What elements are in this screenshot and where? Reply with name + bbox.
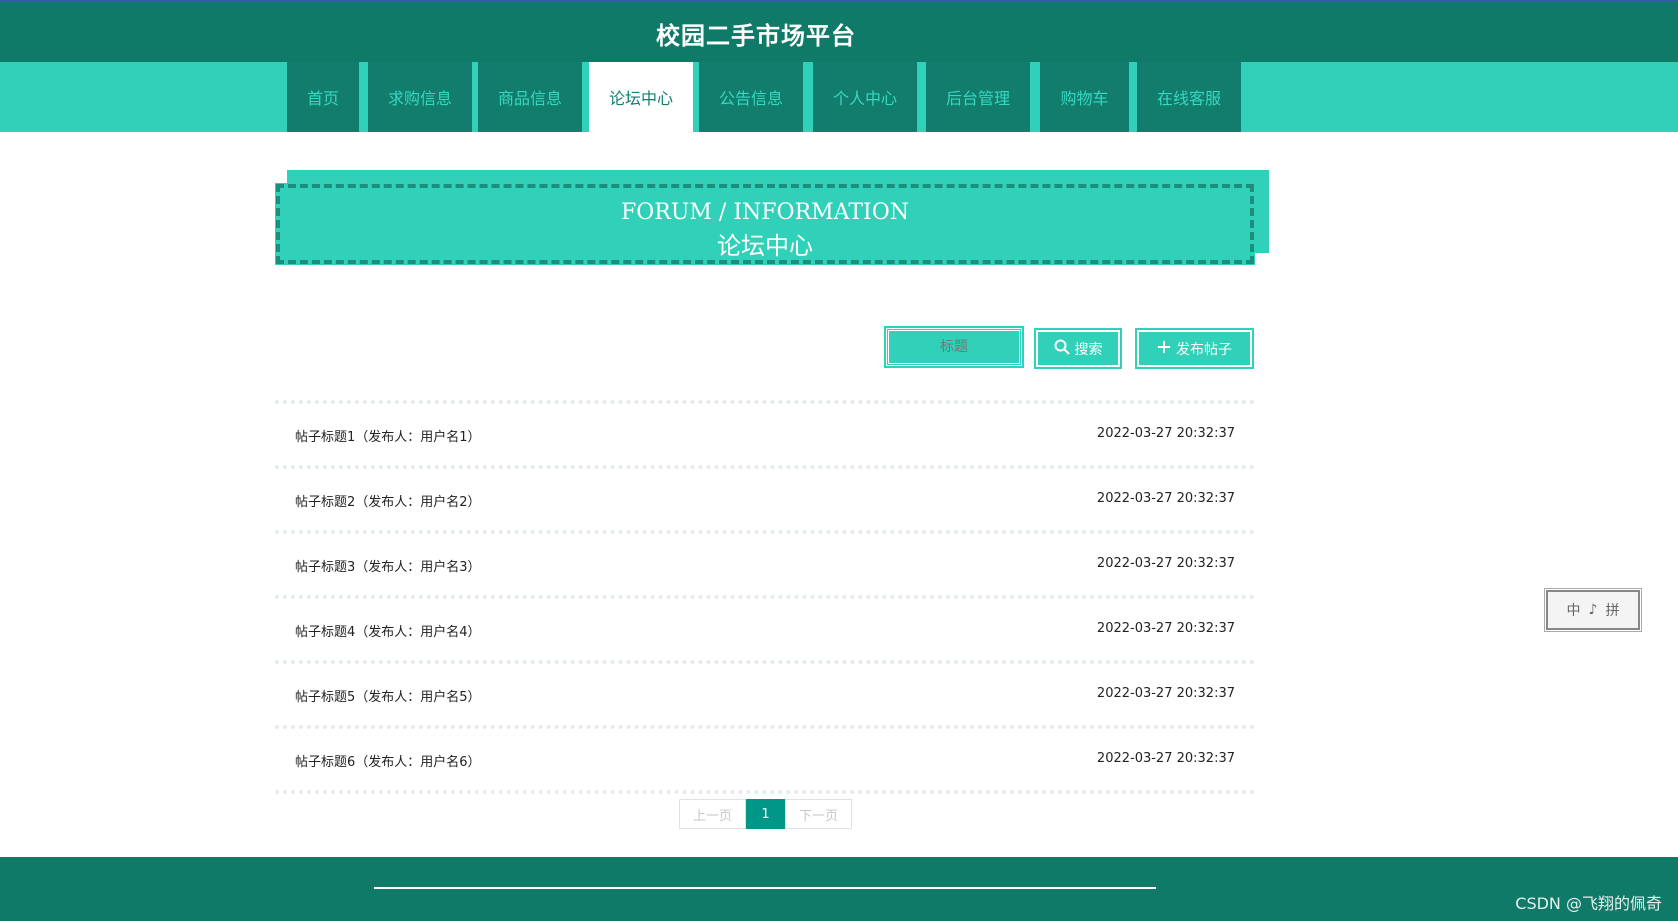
- next-page-button[interactable]: 下一页: [785, 799, 852, 829]
- post-title[interactable]: 帖子标题5（发布人：用户名5）: [295, 686, 481, 705]
- publish-post-button[interactable]: 发布帖子: [1135, 328, 1254, 369]
- post-list: 帖子标题1（发布人：用户名1） 2022-03-27 20:32:37 帖子标题…: [275, 400, 1255, 794]
- current-page[interactable]: 1: [746, 799, 785, 829]
- nav-item-admin[interactable]: 后台管理: [926, 62, 1030, 132]
- post-title[interactable]: 帖子标题6（发布人：用户名6）: [295, 751, 481, 770]
- post-row[interactable]: 帖子标题6（发布人：用户名6） 2022-03-27 20:32:37: [275, 729, 1255, 794]
- nav-item-notice[interactable]: 公告信息: [699, 62, 803, 132]
- post-title[interactable]: 帖子标题3（发布人：用户名3）: [295, 556, 481, 575]
- banner-title-en: FORUM / INFORMATION: [621, 200, 909, 225]
- search-button[interactable]: 搜索: [1034, 328, 1122, 369]
- publish-post-label: 发布帖子: [1176, 341, 1232, 358]
- nav-item-goods[interactable]: 商品信息: [478, 62, 582, 132]
- search-icon: [1054, 339, 1070, 359]
- post-title[interactable]: 帖子标题2（发布人：用户名2）: [295, 491, 481, 510]
- post-title[interactable]: 帖子标题4（发布人：用户名4）: [295, 621, 481, 640]
- post-date: 2022-03-27 20:32:37: [1096, 686, 1235, 701]
- main-nav: 首页 求购信息 商品信息 论坛中心 公告信息 个人中心 后台管理 购物车 在线客…: [0, 62, 1678, 132]
- search-button-label: 搜索: [1074, 341, 1103, 358]
- post-date: 2022-03-27 20:32:37: [1096, 556, 1235, 571]
- watermark: CSDN @飞翔的佩奇: [1515, 894, 1662, 913]
- nav-item-service[interactable]: 在线客服: [1137, 62, 1241, 132]
- title-search-input[interactable]: [884, 326, 1024, 368]
- nav-item-profile[interactable]: 个人中心: [813, 62, 917, 132]
- ime-pinyin-label: 拼: [1605, 603, 1620, 619]
- plus-icon: [1157, 339, 1171, 358]
- nav-item-cart[interactable]: 购物车: [1040, 62, 1129, 132]
- ime-toolbar[interactable]: 中 ♪ 拼: [1544, 588, 1642, 632]
- post-row[interactable]: 帖子标题1（发布人：用户名1） 2022-03-27 20:32:37: [275, 404, 1255, 469]
- post-row[interactable]: 帖子标题3（发布人：用户名3） 2022-03-27 20:32:37: [275, 534, 1255, 599]
- nav-item-home[interactable]: 首页: [287, 62, 359, 132]
- post-title[interactable]: 帖子标题1（发布人：用户名1）: [295, 426, 481, 445]
- site-footer: [0, 857, 1678, 921]
- ime-moon-icon: ♪: [1588, 602, 1598, 618]
- post-date: 2022-03-27 20:32:37: [1096, 751, 1235, 766]
- post-row[interactable]: 帖子标题2（发布人：用户名2） 2022-03-27 20:32:37: [275, 469, 1255, 534]
- post-date: 2022-03-27 20:32:37: [1096, 426, 1235, 441]
- site-title: 校园二手市场平台: [656, 22, 856, 50]
- nav-item-wanted[interactable]: 求购信息: [368, 62, 472, 132]
- post-row[interactable]: 帖子标题5（发布人：用户名5） 2022-03-27 20:32:37: [275, 664, 1255, 729]
- ime-lang-label: 中: [1566, 603, 1581, 619]
- post-row[interactable]: 帖子标题4（发布人：用户名4） 2022-03-27 20:32:37: [275, 599, 1255, 664]
- nav-item-forum[interactable]: 论坛中心: [589, 62, 693, 132]
- post-date: 2022-03-27 20:32:37: [1096, 491, 1235, 506]
- banner-title-cn: 论坛中心: [717, 232, 813, 260]
- footer-divider: [374, 887, 1156, 889]
- post-date: 2022-03-27 20:32:37: [1096, 621, 1235, 636]
- prev-page-button[interactable]: 上一页: [679, 799, 746, 829]
- pagination: 上一页 1 下一页: [679, 799, 852, 829]
- site-header: 校园二手市场平台: [0, 2, 1678, 62]
